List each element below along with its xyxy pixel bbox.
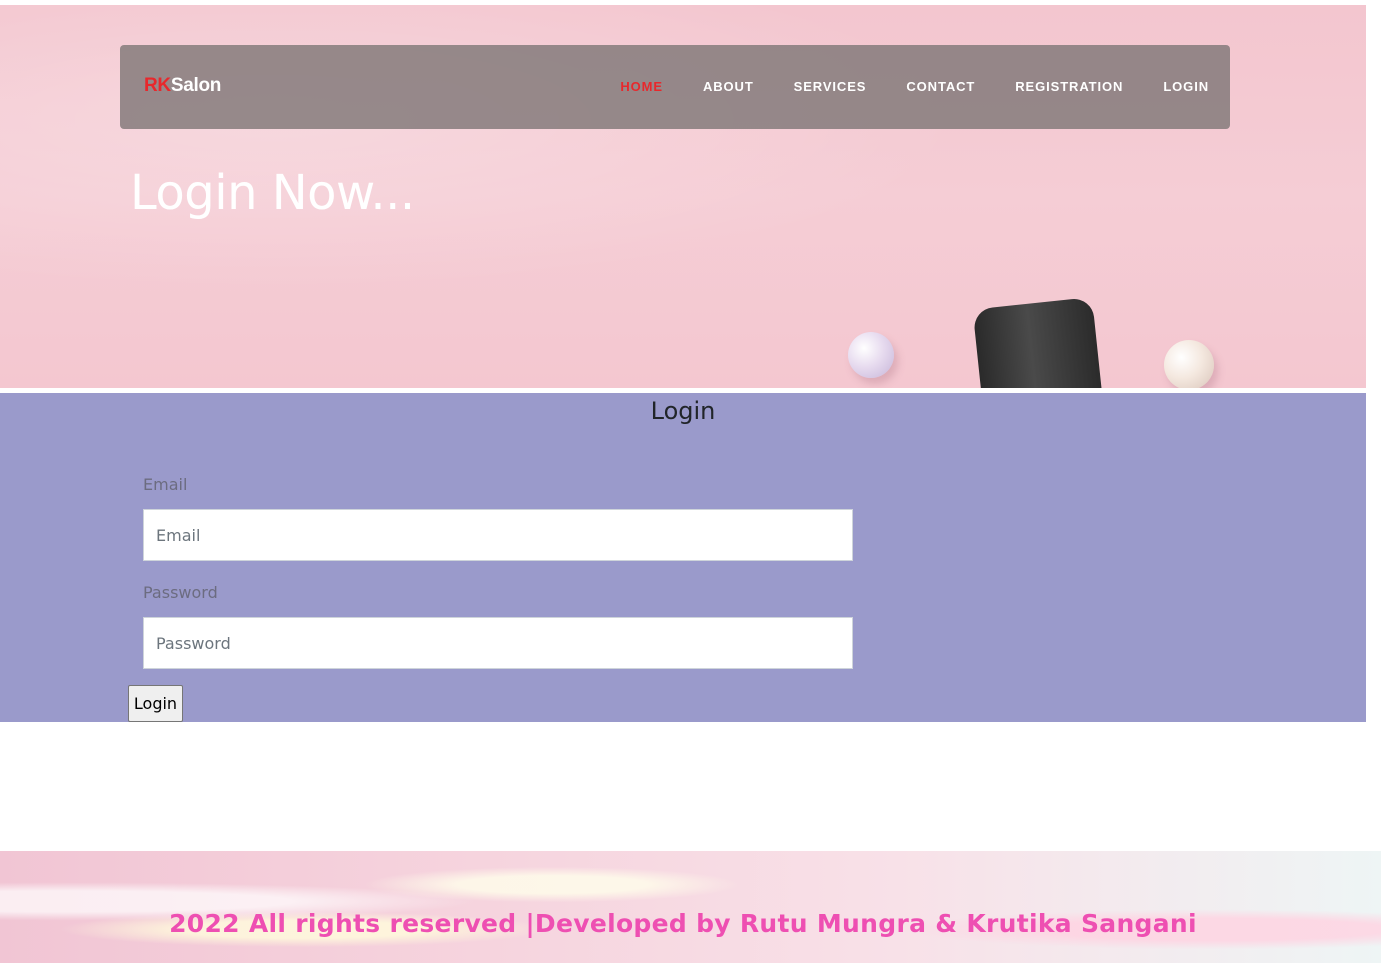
login-button[interactable]: Login xyxy=(128,685,183,722)
footer-copyright: 2022 All rights reserved |Developed by R… xyxy=(169,909,1197,938)
email-label: Email xyxy=(143,475,188,494)
brand-prefix: RK xyxy=(144,75,171,96)
nav-link-home[interactable]: HOME xyxy=(620,79,663,94)
login-section: Login Email Password Login xyxy=(0,393,1366,722)
pearl-decoration xyxy=(848,332,894,378)
footer: 2022 All rights reserved |Developed by R… xyxy=(0,851,1381,963)
password-label: Password xyxy=(143,583,218,602)
nav-link-about[interactable]: ABOUT xyxy=(703,79,754,94)
brand-suffix: Salon xyxy=(170,75,222,96)
hero-banner: RKSalon HOME ABOUT SERVICES CONTACT REGI… xyxy=(0,5,1366,388)
nav-link-contact[interactable]: CONTACT xyxy=(906,79,975,94)
email-input[interactable] xyxy=(143,509,853,561)
lipstick-decoration xyxy=(972,297,1104,388)
nav-link-login[interactable]: LOGIN xyxy=(1163,79,1209,94)
password-input[interactable] xyxy=(143,617,853,669)
login-title: Login xyxy=(650,397,716,425)
brand-logo[interactable]: RKSalon xyxy=(144,75,221,97)
nav-link-services[interactable]: SERVICES xyxy=(794,79,867,94)
nav-link-registration[interactable]: REGISTRATION xyxy=(1015,79,1123,94)
pearl-decoration xyxy=(1164,340,1214,388)
hero-title: Login Now... xyxy=(130,165,415,221)
navbar: RKSalon HOME ABOUT SERVICES CONTACT REGI… xyxy=(120,45,1230,129)
nav-links: HOME ABOUT SERVICES CONTACT REGISTRATION… xyxy=(580,79,1209,94)
